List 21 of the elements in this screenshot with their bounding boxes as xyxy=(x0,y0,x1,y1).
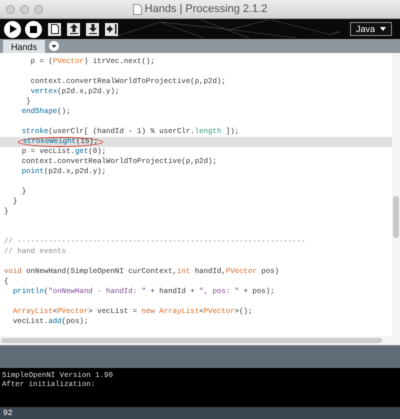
tab-menu-icon[interactable] xyxy=(49,41,60,51)
new-button[interactable] xyxy=(48,22,61,36)
stop-button[interactable] xyxy=(25,20,42,38)
sketch-tab[interactable]: Hands xyxy=(3,40,46,53)
new-file-icon xyxy=(50,24,58,34)
caret-icon xyxy=(380,27,386,31)
run-button[interactable] xyxy=(4,20,21,38)
play-icon xyxy=(8,25,16,33)
export-button[interactable] xyxy=(105,22,118,36)
scrollbar-thumb[interactable] xyxy=(393,196,399,238)
open-button[interactable] xyxy=(67,22,80,36)
horizontal-scrollbar-thumb[interactable] xyxy=(1,338,382,343)
export-arrow-icon xyxy=(106,24,116,34)
save-button[interactable] xyxy=(86,22,99,36)
upload-arrow-icon xyxy=(70,24,78,34)
document-icon xyxy=(132,4,142,14)
window-title: Hands | Processing 2.1.2 xyxy=(144,3,268,15)
line-number: 92 xyxy=(3,408,13,418)
download-arrow-icon xyxy=(88,24,96,34)
stop-icon xyxy=(30,26,37,32)
mode-dropdown[interactable]: Java xyxy=(350,22,392,36)
